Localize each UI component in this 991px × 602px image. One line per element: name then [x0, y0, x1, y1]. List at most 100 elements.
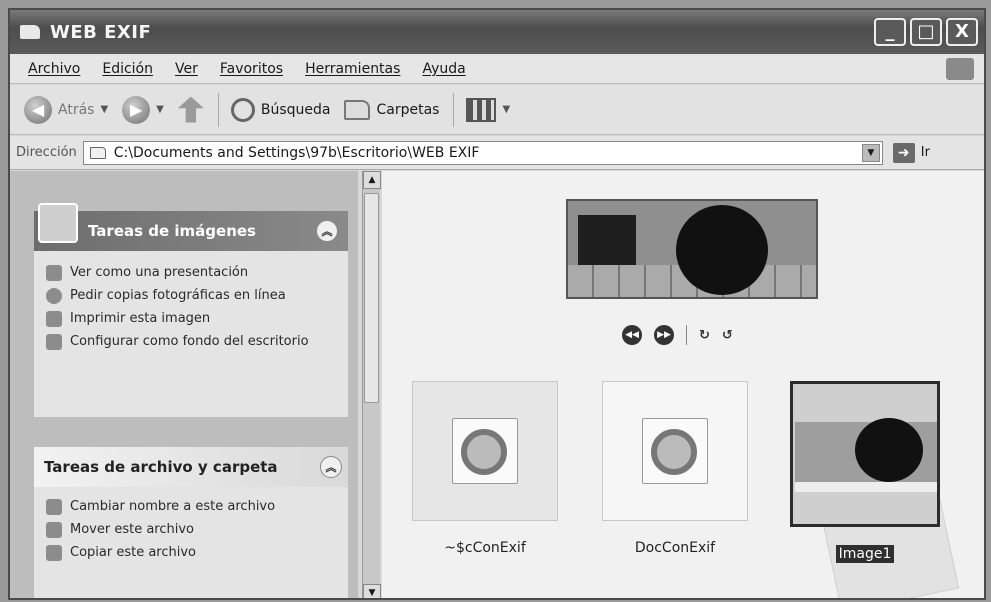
- forward-arrow-icon: ▶: [122, 95, 151, 124]
- image-tasks-title: Tareas de imágenes: [88, 222, 256, 240]
- file-item[interactable]: ~$cConExif: [412, 381, 558, 563]
- ie-document-icon: [642, 418, 708, 484]
- file-tasks-header[interactable]: Tareas de archivo y carpeta ︽: [34, 447, 348, 487]
- thumbnail-grid: ~$cConExif DocConExif Image1: [412, 381, 940, 563]
- globe-icon: [46, 288, 62, 304]
- preview-square: [578, 215, 636, 265]
- search-label: Búsqueda: [260, 101, 331, 118]
- file-name[interactable]: Image1: [835, 545, 895, 563]
- menu-ver[interactable]: Ver: [175, 61, 198, 77]
- go-button[interactable]: ➜ Ir: [892, 142, 930, 163]
- folders-button[interactable]: Carpetas: [344, 99, 440, 120]
- scroll-up-button[interactable]: ▲: [363, 171, 381, 189]
- rotate-clockwise-icon[interactable]: ↻: [699, 328, 710, 343]
- image-tasks-panel: Tareas de imágenes ︽ Ver como una presen…: [34, 203, 348, 417]
- preview-circle: [676, 205, 768, 295]
- forward-dropdown-icon[interactable]: ▼: [156, 104, 164, 115]
- go-arrow-icon: ➜: [892, 142, 915, 163]
- task-label: Copiar este archivo: [70, 545, 197, 560]
- explorer-window: WEB EXIF _ □ X Archivo Edición Ver Favor…: [8, 8, 986, 600]
- back-arrow-icon: ◀: [24, 95, 52, 124]
- task-label: Configurar como fondo del escritorio: [70, 334, 309, 349]
- back-button[interactable]: ◀ Atrás ▼: [24, 95, 108, 124]
- window-title: WEB EXIF: [50, 21, 152, 43]
- task-label: Cambiar nombre a este archivo: [70, 499, 276, 514]
- image-tasks-header[interactable]: Tareas de imágenes ︽: [34, 203, 348, 251]
- scroll-thumb[interactable]: [364, 193, 379, 403]
- task-rename[interactable]: Cambiar nombre a este archivo: [34, 495, 348, 518]
- image-thumbnail: [795, 418, 937, 492]
- close-button[interactable]: X: [946, 18, 978, 46]
- copy-icon: [46, 545, 62, 561]
- back-label: Atrás: [58, 101, 95, 118]
- file-name[interactable]: ~$cConExif: [441, 539, 529, 557]
- title-bar: WEB EXIF _ □ X: [10, 10, 984, 54]
- folder-icon: [89, 146, 106, 159]
- window-controls: _ □ X: [874, 18, 978, 46]
- menu-edicion[interactable]: Edición: [102, 61, 153, 77]
- file-name[interactable]: DocConExif: [632, 539, 718, 557]
- go-label: Ir: [920, 145, 930, 160]
- vertical-scrollbar[interactable]: ▲ ▼: [362, 171, 381, 598]
- toolbar-separator: [217, 92, 219, 127]
- image-tasks-icon: [38, 203, 78, 243]
- image-preview: [566, 199, 818, 299]
- folders-label: Carpetas: [376, 101, 440, 118]
- task-label: Pedir copias fotográficas en línea: [70, 288, 286, 303]
- menu-archivo[interactable]: Archivo: [28, 61, 80, 77]
- menu-ayuda[interactable]: Ayuda: [422, 61, 465, 77]
- forward-button[interactable]: ▶ ▼: [122, 95, 164, 124]
- task-pane: Tareas de imágenes ︽ Ver como una presen…: [10, 171, 358, 598]
- next-image-icon[interactable]: ▶▶: [654, 325, 674, 345]
- menu-bar: Archivo Edición Ver Favoritos Herramient…: [10, 54, 984, 84]
- controls-separator: [686, 325, 687, 345]
- views-dropdown-icon[interactable]: ▼: [502, 104, 510, 115]
- views-button[interactable]: ▼: [466, 97, 510, 122]
- file-thumbnail[interactable]: [790, 381, 940, 527]
- rename-icon: [46, 499, 62, 515]
- search-button[interactable]: Búsqueda: [230, 97, 331, 122]
- views-icon: [466, 97, 497, 122]
- previous-image-icon[interactable]: ◀◀: [622, 325, 642, 345]
- address-dropdown-icon[interactable]: ▼: [861, 143, 880, 162]
- task-print-image[interactable]: Imprimir esta imagen: [34, 307, 348, 330]
- task-slideshow[interactable]: Ver como una presentación: [34, 261, 348, 284]
- minimize-button[interactable]: _: [874, 18, 906, 46]
- scroll-down-button[interactable]: ▼: [363, 584, 381, 598]
- back-dropdown-icon[interactable]: ▼: [100, 104, 108, 115]
- toolbar-separator-2: [453, 92, 455, 127]
- move-icon: [46, 522, 62, 538]
- rotate-counterclockwise-icon[interactable]: ↺: [722, 328, 733, 343]
- task-label: Ver como una presentación: [70, 265, 249, 280]
- file-item-selected[interactable]: Image1: [790, 381, 940, 563]
- folder-icon: [20, 25, 40, 39]
- menu-favoritos[interactable]: Favoritos: [220, 61, 283, 77]
- task-move[interactable]: Mover este archivo: [34, 518, 348, 541]
- task-order-prints[interactable]: Pedir copias fotográficas en línea: [34, 284, 348, 307]
- task-set-background[interactable]: Configurar como fondo del escritorio: [34, 330, 348, 353]
- address-label: Dirección: [16, 145, 77, 160]
- file-thumbnail[interactable]: [602, 381, 748, 521]
- address-input[interactable]: C:\Documents and Settings\97b\Escritorio…: [82, 140, 883, 165]
- up-folder-button[interactable]: [177, 96, 204, 123]
- address-bar: Dirección C:\Documents and Settings\97b\…: [10, 136, 984, 170]
- up-folder-icon: [177, 96, 204, 123]
- search-icon: [230, 97, 255, 122]
- collapse-chevron-icon[interactable]: ︽: [320, 456, 342, 478]
- task-label: Imprimir esta imagen: [70, 311, 211, 326]
- task-label: Mover este archivo: [70, 522, 195, 537]
- folders-icon: [344, 99, 371, 120]
- slideshow-icon: [46, 265, 62, 281]
- menu-herramientas[interactable]: Herramientas: [305, 61, 400, 77]
- file-tasks-title: Tareas de archivo y carpeta: [44, 458, 278, 476]
- file-thumbnail[interactable]: [412, 381, 558, 521]
- ie-document-icon: [452, 418, 518, 484]
- task-copy[interactable]: Copiar este archivo: [34, 541, 348, 564]
- file-item[interactable]: DocConExif: [602, 381, 748, 563]
- file-tasks-panel: Tareas de archivo y carpeta ︽ Cambiar no…: [34, 447, 348, 598]
- maximize-button[interactable]: □: [910, 18, 942, 46]
- desktop-icon: [46, 334, 62, 350]
- preview-controls: ◀◀ ▶▶ ↻ ↺: [622, 325, 733, 345]
- collapse-chevron-icon[interactable]: ︽: [316, 220, 338, 242]
- printer-icon: [46, 311, 62, 327]
